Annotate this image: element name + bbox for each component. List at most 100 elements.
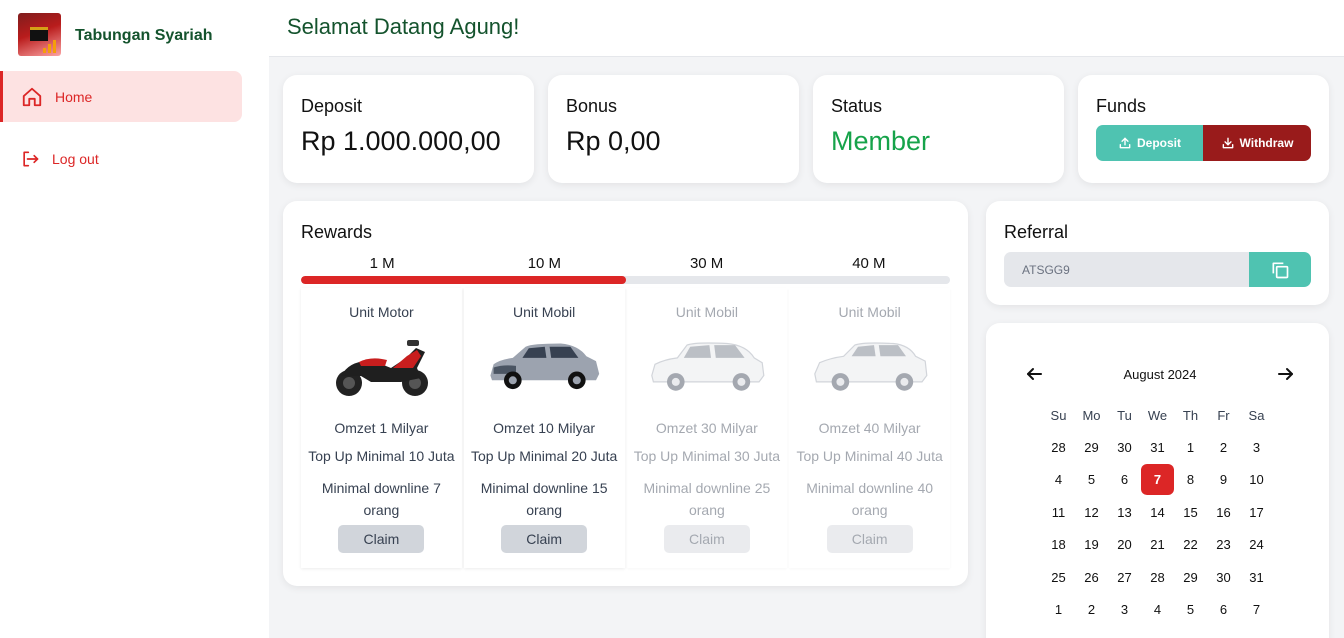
card-title: Deposit bbox=[301, 96, 363, 116]
unit-omzet: Omzet 30 Milyar bbox=[655, 420, 758, 436]
upload-icon bbox=[1119, 137, 1131, 149]
calendar-day-label: 7 bbox=[1252, 602, 1261, 618]
status-value: Member bbox=[831, 126, 931, 156]
topbar: Selamat Datang Agung! bbox=[269, 0, 1344, 57]
tier-label: 1 M bbox=[369, 255, 395, 272]
calendar-day[interactable]: 20 bbox=[1108, 529, 1141, 562]
calendar-day-label: 5 bbox=[1186, 602, 1195, 618]
claim-button[interactable]: Claim bbox=[663, 525, 750, 553]
calendar-day[interactable]: 4 bbox=[1141, 594, 1174, 627]
calendar-day[interactable]: 23 bbox=[1207, 529, 1240, 562]
card-title: Rewards bbox=[301, 222, 373, 242]
download-icon bbox=[1222, 137, 1233, 149]
calendar-day[interactable]: 29 bbox=[1174, 561, 1207, 594]
sidebar-item-home[interactable]: Home bbox=[0, 71, 242, 122]
calendar-day[interactable]: 9 bbox=[1207, 464, 1240, 497]
calendar-day-label: 23 bbox=[1216, 537, 1231, 553]
calendar-day[interactable]: 8 bbox=[1174, 464, 1207, 497]
calendar-day[interactable]: 16 bbox=[1207, 496, 1240, 529]
calendar-day[interactable]: 3 bbox=[1240, 431, 1273, 464]
suv-image bbox=[813, 342, 928, 391]
next-month-button[interactable] bbox=[1276, 364, 1296, 384]
calendar-day[interactable]: 4 bbox=[1042, 464, 1075, 497]
calendar-day[interactable]: 5 bbox=[1075, 464, 1108, 497]
home-icon bbox=[22, 87, 42, 106]
calendar-weekday: Th bbox=[1182, 408, 1199, 423]
calendar-day-label: 14 bbox=[1150, 504, 1165, 520]
status-card: Status Member bbox=[813, 75, 1064, 183]
calendar-day[interactable]: 19 bbox=[1075, 529, 1108, 562]
deposit-button[interactable]: Deposit bbox=[1096, 125, 1203, 161]
calendar-day[interactable]: 22 bbox=[1174, 529, 1207, 562]
calendar-day[interactable]: 30 bbox=[1108, 431, 1141, 464]
copy-referral-button[interactable] bbox=[1249, 252, 1311, 287]
calendar-day[interactable]: 6 bbox=[1108, 464, 1141, 497]
calendar-day-label: 7 bbox=[1141, 464, 1174, 496]
calendar-day-label: 20 bbox=[1117, 537, 1132, 553]
unit-omzet: Omzet 10 Milyar bbox=[493, 420, 596, 436]
unit-omzet: Omzet 1 Milyar bbox=[334, 420, 429, 436]
calendar-day-label: 1 bbox=[1054, 602, 1063, 618]
calendar-day[interactable]: 11 bbox=[1042, 496, 1075, 529]
calendar-day[interactable]: 21 bbox=[1141, 529, 1174, 562]
calendar-day[interactable]: 15 bbox=[1174, 496, 1207, 529]
calendar-day[interactable]: 6 bbox=[1207, 594, 1240, 627]
calendar-day[interactable]: 18 bbox=[1042, 529, 1075, 562]
calendar-day[interactable]: 7 bbox=[1240, 594, 1273, 627]
unit-downline: Minimal downline 40 orang bbox=[806, 480, 934, 518]
funds-card: Funds Deposit Withdraw bbox=[1078, 75, 1329, 183]
unit-topup: Top Up Minimal 20 Juta bbox=[470, 448, 618, 464]
calendar-day[interactable]: 5 bbox=[1174, 594, 1207, 627]
calendar-day-label: 15 bbox=[1183, 504, 1198, 520]
calendar-day[interactable]: 1 bbox=[1042, 594, 1075, 627]
sidebar-item-logout[interactable]: Log out bbox=[0, 133, 242, 184]
calendar-day[interactable]: 1 bbox=[1174, 431, 1207, 464]
calendar-day[interactable]: 3 bbox=[1108, 594, 1141, 627]
unit-title: Unit Mobil bbox=[513, 304, 576, 320]
calendar-day-label: 4 bbox=[1153, 602, 1162, 618]
calendar-header: August 2024 bbox=[1024, 364, 1296, 384]
calendar-day[interactable]: 14 bbox=[1141, 496, 1174, 529]
referral-code-field[interactable] bbox=[1004, 252, 1249, 287]
calendar-day[interactable]: 25 bbox=[1042, 561, 1075, 594]
calendar-day[interactable]: 28 bbox=[1042, 431, 1075, 464]
arrow-left-icon bbox=[1027, 368, 1042, 380]
calendar-day[interactable]: 17 bbox=[1240, 496, 1273, 529]
claim-button[interactable]: Claim bbox=[826, 525, 913, 553]
calendar-day[interactable]: 13 bbox=[1108, 496, 1141, 529]
calendar-day-selected[interactable]: 7 bbox=[1141, 464, 1174, 497]
calendar-day[interactable]: 2 bbox=[1207, 431, 1240, 464]
calendar-day[interactable]: 26 bbox=[1075, 561, 1108, 594]
calendar-day[interactable]: 10 bbox=[1240, 464, 1273, 497]
referral-card: Referral bbox=[986, 201, 1329, 305]
brand[interactable]: Tabungan Syariah bbox=[18, 13, 213, 56]
calendar-day-label: 6 bbox=[1120, 472, 1129, 488]
calendar-day[interactable]: 31 bbox=[1240, 561, 1273, 594]
calendar-day-label: 9 bbox=[1219, 472, 1228, 488]
withdraw-button[interactable]: Withdraw bbox=[1203, 125, 1311, 161]
calendar-day-label: 25 bbox=[1051, 569, 1066, 585]
unit-omzet: Omzet 40 Milyar bbox=[818, 420, 921, 436]
calendar-day-label: 21 bbox=[1150, 537, 1165, 553]
unit-topup: Top Up Minimal 40 Juta bbox=[796, 448, 943, 464]
calendar-day-label: 13 bbox=[1117, 504, 1132, 520]
prev-month-button[interactable] bbox=[1024, 364, 1044, 384]
claim-button[interactable]: Claim bbox=[338, 525, 425, 553]
calendar-day[interactable]: 2 bbox=[1075, 594, 1108, 627]
calendar-day[interactable]: 30 bbox=[1207, 561, 1240, 594]
calendar-day-label: 2 bbox=[1219, 439, 1228, 455]
calendar-day[interactable]: 31 bbox=[1141, 431, 1174, 464]
calendar-day[interactable]: 27 bbox=[1108, 561, 1141, 594]
calendar-day-label: 3 bbox=[1252, 439, 1261, 455]
unit-title: Unit Mobil bbox=[838, 304, 901, 320]
calendar-grid: Su Mo Tu We Th Fr Sa 28 29 30 31 1 2 3 4 5 6 7 8 9 10 11 12 13 1… bbox=[1042, 401, 1273, 626]
logout-icon bbox=[23, 151, 39, 166]
calendar-day[interactable]: 12 bbox=[1075, 496, 1108, 529]
calendar-day[interactable]: 24 bbox=[1240, 529, 1273, 562]
calendar-weekday: We bbox=[1147, 408, 1168, 423]
calendar-day[interactable]: 29 bbox=[1075, 431, 1108, 464]
claim-button[interactable]: Claim bbox=[501, 525, 588, 553]
deposit-value: Rp 1.000.000,00 bbox=[301, 126, 501, 156]
calendar-day[interactable]: 28 bbox=[1141, 561, 1174, 594]
reward-progress-fill bbox=[301, 276, 626, 284]
